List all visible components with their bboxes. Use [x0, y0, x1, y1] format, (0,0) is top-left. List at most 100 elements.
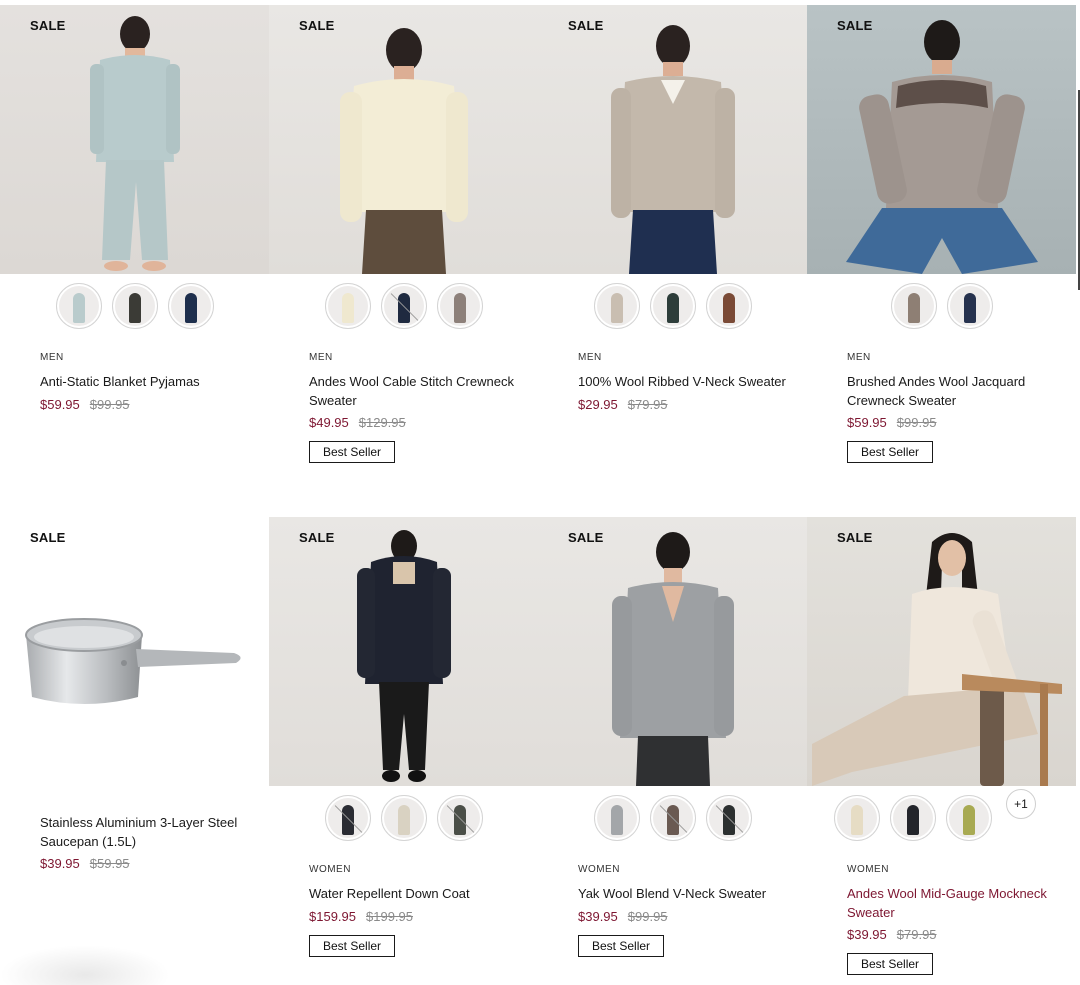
product-name[interactable]: Brushed Andes Wool Jacquard Crewneck Swe…	[847, 373, 1067, 410]
product-name[interactable]: Water Repellent Down Coat	[309, 885, 529, 904]
sale-price: $39.95	[40, 856, 80, 871]
color-swatches	[0, 283, 269, 329]
product-image[interactable]: SALE	[538, 517, 807, 786]
product-card[interactable]: SALE MEN Andes Wool Cable Stitch Crewnec…	[269, 5, 538, 517]
product-row: SALE MEN Anti-Static Blanket Pyjamas $59…	[0, 5, 1076, 517]
sale-label: SALE	[568, 530, 604, 545]
product-prices: $39.95 $79.95	[847, 927, 1067, 942]
model-photo	[356, 530, 451, 782]
product-card[interactable]: SALE MEN Anti-Static Blanket Pyjamas $59…	[0, 5, 269, 517]
sale-price: $59.95	[40, 396, 80, 412]
color-swatch-out-of-stock[interactable]	[436, 795, 483, 841]
product-category: MEN	[578, 352, 602, 363]
color-swatch[interactable]	[380, 795, 427, 841]
sale-label: SALE	[30, 18, 66, 33]
product-image[interactable]: SALE	[0, 5, 269, 274]
product-info: MEN Anti-Static Blanket Pyjamas $59.95 $9…	[40, 352, 260, 412]
product-name[interactable]: Andes Wool Cable Stitch Crewneck Sweater	[309, 373, 529, 410]
product-info: MEN Andes Wool Cable Stitch Crewneck Swe…	[309, 352, 529, 463]
color-swatches	[538, 795, 807, 841]
best-seller-badge: Best Seller	[309, 441, 396, 463]
model-photo	[89, 16, 180, 271]
product-prices: $49.95 $129.95	[309, 415, 529, 430]
color-swatch[interactable]	[593, 795, 640, 841]
product-name[interactable]: Stainless Aluminium 3-Layer Steel Saucep…	[40, 814, 260, 851]
color-swatch-out-of-stock[interactable]	[324, 795, 371, 841]
color-swatch[interactable]	[436, 283, 483, 329]
color-swatch[interactable]	[324, 283, 371, 329]
product-category: WOMEN	[847, 864, 889, 875]
original-price: $129.95	[358, 415, 406, 430]
product-card[interactable]: SALE MEN Brushed Andes Wool Jacquard Cre…	[807, 5, 1076, 517]
sale-label: SALE	[299, 18, 335, 33]
product-image[interactable]: SALE	[269, 517, 538, 786]
sale-price: $59.95	[847, 415, 887, 430]
product-image[interactable]: SALE	[538, 5, 807, 274]
color-swatches	[538, 283, 807, 329]
product-image[interactable]: SALE	[807, 5, 1076, 274]
product-name[interactable]: 100% Wool Ribbed V-Neck Sweater	[578, 373, 798, 392]
product-name[interactable]: Anti-Static Blanket Pyjamas	[40, 373, 260, 392]
sale-price: $39.95	[847, 927, 887, 942]
product-card[interactable]: SALE WOMEN Water Repellent Down Coat $15…	[269, 517, 538, 985]
color-swatch[interactable]	[55, 283, 102, 329]
product-card[interactable]: SALE +1 WOMEN Andes Wool Mid-Gauge Mockn…	[807, 517, 1076, 985]
product-image[interactable]: SALE	[0, 517, 269, 786]
color-swatch[interactable]	[890, 795, 936, 841]
product-image[interactable]: SALE	[807, 517, 1076, 786]
model-photo	[845, 20, 1038, 274]
product-info: MEN Brushed Andes Wool Jacquard Crewneck…	[847, 352, 1067, 463]
model-photo	[611, 532, 734, 786]
more-colors-button[interactable]: +1	[1006, 789, 1036, 819]
product-category: WOMEN	[309, 864, 351, 875]
color-swatch[interactable]	[890, 283, 937, 329]
color-swatches: +1	[807, 789, 1076, 841]
sale-price: $29.95	[578, 396, 618, 412]
product-category: MEN	[40, 352, 64, 363]
color-swatch-out-of-stock[interactable]	[380, 283, 427, 329]
color-swatch[interactable]	[593, 283, 640, 329]
color-swatch[interactable]	[111, 283, 158, 329]
color-swatch[interactable]	[946, 795, 992, 841]
sale-label: SALE	[837, 18, 873, 33]
color-swatch-out-of-stock[interactable]	[705, 795, 752, 841]
product-row: SALE Stainless Aluminium 3-Layer Steel S…	[0, 517, 1076, 985]
product-image[interactable]: SALE	[269, 5, 538, 274]
model-photo	[610, 25, 735, 274]
product-prices: $59.95 $99.95	[40, 397, 260, 412]
product-prices: $59.95 $99.95	[847, 415, 1067, 430]
product-info: WOMEN Water Repellent Down Coat $159.95 $…	[309, 864, 529, 957]
sale-price: $39.95	[578, 908, 618, 924]
original-price: $99.95	[896, 415, 937, 430]
color-swatch[interactable]	[649, 283, 696, 329]
original-price: $79.95	[627, 396, 668, 412]
product-name[interactable]: Yak Wool Blend V-Neck Sweater	[578, 885, 798, 904]
product-category: MEN	[309, 352, 333, 363]
model-photo	[339, 28, 468, 274]
sale-price: $49.95	[309, 415, 349, 430]
model-photo	[811, 533, 1062, 786]
product-prices: $39.95 $99.95	[578, 909, 798, 924]
color-swatch-out-of-stock[interactable]	[649, 795, 696, 841]
best-seller-badge: Best Seller	[847, 953, 934, 975]
color-swatch[interactable]	[167, 283, 214, 329]
sale-label: SALE	[837, 530, 873, 545]
color-swatch[interactable]	[834, 795, 880, 841]
color-swatches	[269, 795, 538, 841]
product-info: WOMEN Yak Wool Blend V-Neck Sweater $39.…	[578, 864, 798, 957]
original-price: $79.95	[896, 927, 937, 942]
product-name[interactable]: Andes Wool Mid-Gauge Mockneck Sweater	[847, 885, 1067, 922]
saucepan-photo	[25, 618, 241, 704]
best-seller-badge: Best Seller	[309, 934, 396, 957]
product-card[interactable]: SALE MEN 100% Wool Ribbed V-Neck Sweater…	[538, 5, 807, 517]
product-grid: SALE MEN Anti-Static Blanket Pyjamas $59…	[0, 5, 1076, 985]
product-info: MEN 100% Wool Ribbed V-Neck Sweater $29.…	[578, 352, 798, 412]
product-card[interactable]: SALE Stainless Aluminium 3-Layer Steel S…	[0, 517, 269, 985]
best-seller-badge: Best Seller	[578, 934, 665, 957]
color-swatch[interactable]	[946, 283, 993, 329]
sale-label: SALE	[299, 530, 335, 545]
product-prices: $159.95 $199.95	[309, 909, 529, 924]
product-card[interactable]: SALE WOMEN Yak Wool Blend V-Neck Sweater…	[538, 517, 807, 985]
color-swatch[interactable]	[705, 283, 752, 329]
best-seller-badge: Best Seller	[847, 441, 934, 463]
